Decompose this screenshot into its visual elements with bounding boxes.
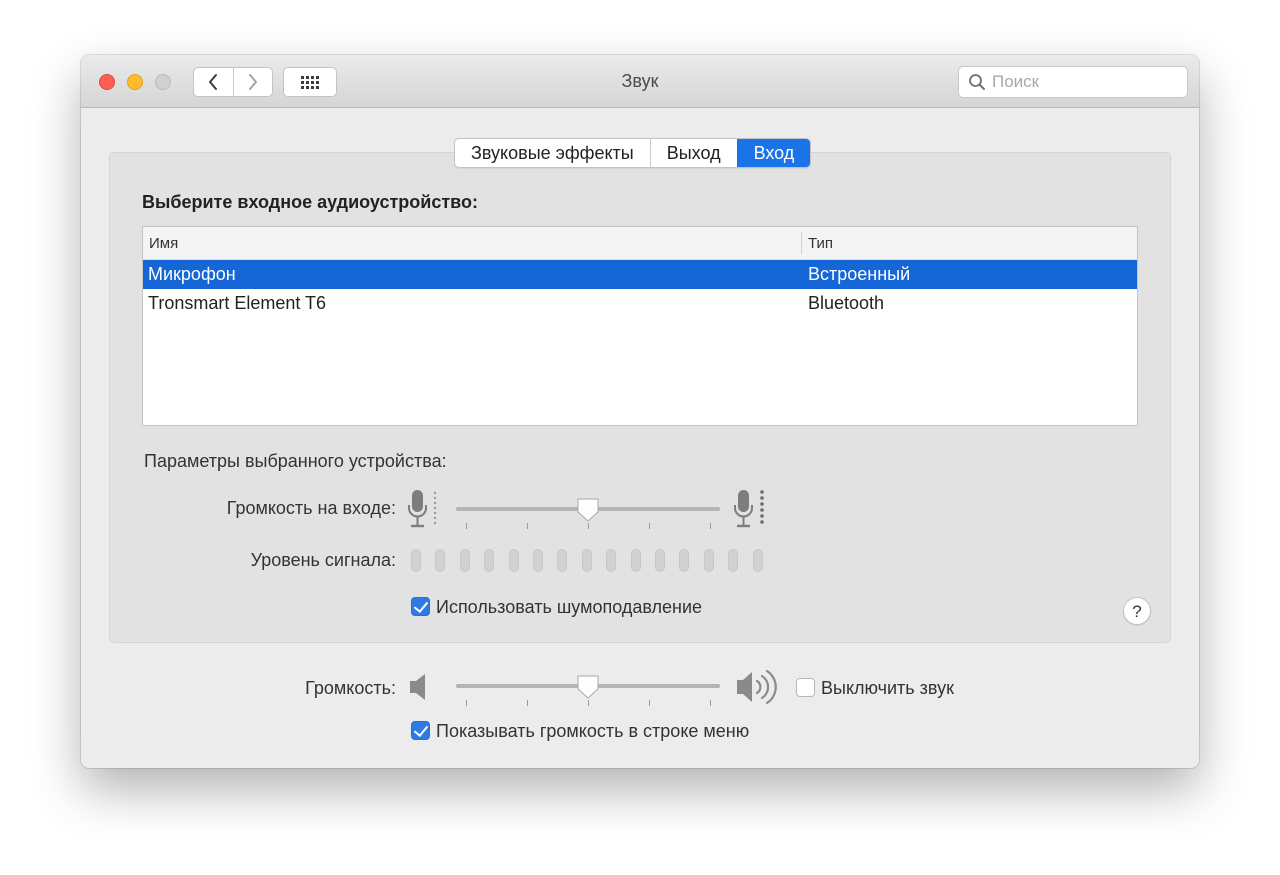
slider-tick — [527, 700, 528, 706]
noise-reduction-label[interactable]: Использовать шумоподавление — [436, 597, 702, 618]
speaker-low-icon — [410, 674, 425, 700]
level-segment — [630, 549, 641, 572]
input-device-table[interactable]: Имя Тип Микрофон Встроенный Tronsmart El… — [142, 226, 1138, 426]
tab-input[interactable]: Вход — [736, 139, 811, 167]
speaker-high-icon — [737, 669, 777, 705]
microphone-high-icon — [734, 490, 764, 528]
slider-tick — [588, 700, 589, 706]
sound-preferences-window: Звук Звуковые эффекты Выход Вход Выберит… — [81, 55, 1199, 768]
device-name: Микрофон — [148, 264, 236, 284]
column-header-name[interactable]: Имя — [149, 235, 178, 252]
search-input[interactable] — [992, 72, 1182, 92]
signal-level-label: Уровень сигнала: — [250, 550, 396, 570]
device-type: Bluetooth — [808, 293, 885, 313]
mute-checkbox[interactable] — [796, 678, 815, 697]
title-bar: Звук — [81, 55, 1199, 108]
input-volume-slider[interactable] — [456, 495, 721, 535]
noise-reduction-checkbox[interactable] — [411, 597, 430, 616]
input-device-heading: Выберите входное аудиоустройство: — [142, 192, 478, 212]
level-segment — [581, 549, 592, 572]
level-segment — [508, 549, 519, 572]
level-segment — [459, 549, 470, 572]
level-segment — [728, 549, 739, 572]
slider-tick — [649, 523, 650, 529]
search-icon — [969, 74, 985, 90]
signal-level-meter — [411, 549, 771, 573]
output-volume-slider[interactable] — [456, 672, 721, 712]
mute-label[interactable]: Выключить звук — [821, 678, 954, 699]
tab-output[interactable]: Выход — [649, 139, 737, 167]
table-row[interactable]: Микрофон Встроенный — [143, 260, 1137, 289]
level-segment — [484, 549, 495, 572]
slider-tick — [527, 523, 528, 529]
tab-sound-effects[interactable]: Звуковые эффекты — [455, 139, 650, 167]
slider-tick — [466, 523, 467, 529]
input-volume-label: Громкость на входе: — [226, 498, 396, 518]
device-name: Tronsmart Element T6 — [148, 293, 327, 313]
device-type: Встроенный — [808, 264, 911, 284]
output-volume-label: Громкость: — [305, 678, 396, 698]
level-segment — [606, 549, 617, 572]
column-divider — [801, 232, 802, 254]
table-header: Имя Тип — [143, 227, 1137, 260]
table-row[interactable]: Tronsmart Element T6 Bluetooth — [143, 289, 1137, 318]
help-button[interactable]: ? — [1123, 597, 1151, 625]
level-segment — [655, 549, 665, 572]
search-field[interactable] — [958, 66, 1188, 98]
level-segment — [557, 549, 568, 572]
slider-knob[interactable] — [576, 497, 600, 523]
show-volume-in-menu-checkbox[interactable] — [411, 721, 430, 740]
slider-knob[interactable] — [576, 674, 600, 700]
slider-tick — [710, 700, 711, 706]
slider-tick — [710, 523, 711, 529]
show-volume-in-menu-label[interactable]: Показывать громкость в строке меню — [436, 721, 749, 742]
microphone-low-icon — [408, 490, 437, 528]
device-params-heading: Параметры выбранного устройства: — [144, 451, 447, 471]
level-segment — [411, 549, 421, 572]
slider-tick — [649, 700, 650, 706]
level-segment — [533, 549, 543, 572]
level-segment — [703, 549, 714, 572]
slider-tick — [466, 700, 467, 706]
level-segment — [679, 549, 690, 572]
level-segment — [435, 549, 446, 572]
tab-bar: Звуковые эффекты Выход Вход — [454, 138, 812, 168]
slider-tick — [588, 523, 589, 529]
level-segment — [752, 549, 763, 572]
column-header-type[interactable]: Тип — [808, 235, 833, 252]
